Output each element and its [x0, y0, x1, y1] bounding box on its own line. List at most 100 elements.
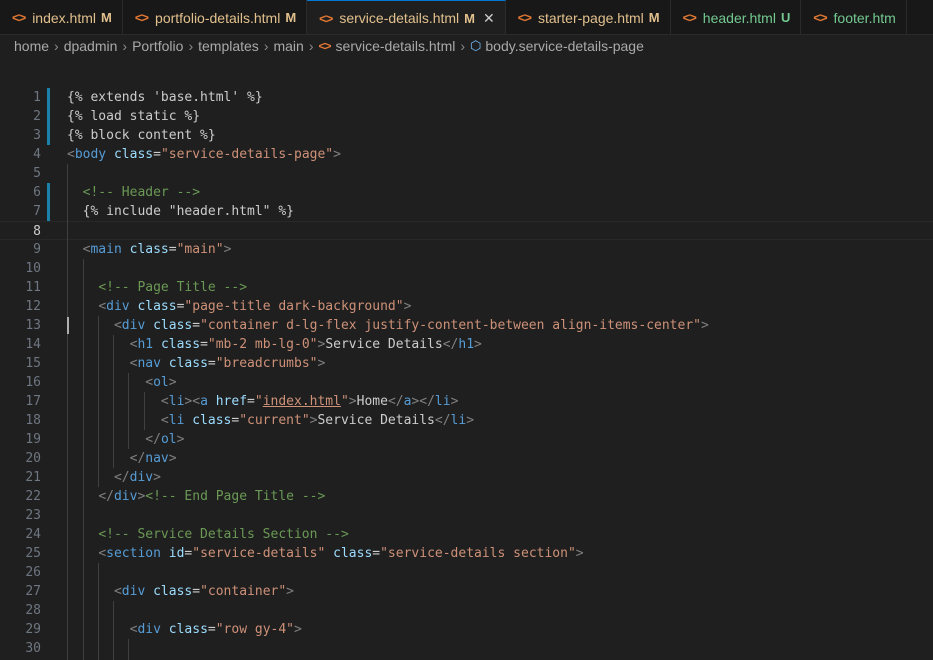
code-token: = [207, 622, 216, 637]
code-line[interactable]: 8 [0, 221, 933, 240]
line-number: 22 [25, 489, 41, 504]
code-line[interactable]: 23 [0, 506, 933, 525]
code-text: <div class="row gy-4"> [67, 620, 302, 639]
code-line[interactable]: 26 [0, 563, 933, 582]
code-line[interactable]: 3 {% block content %} [0, 126, 933, 145]
code-token: index.html [262, 394, 341, 409]
code-line[interactable]: 5 [0, 164, 933, 183]
breadcrumb-item-main[interactable]: main [273, 38, 303, 54]
close-icon[interactable]: ✕ [483, 10, 495, 27]
code-token: Home [356, 394, 388, 409]
text-cursor [67, 317, 69, 334]
code-text: {% extends 'base.html' %} [67, 88, 263, 107]
code-text: <div class="page-title dark-background"> [67, 297, 411, 316]
line-number: 3 [33, 128, 41, 143]
code-token: class [137, 299, 177, 314]
code-line[interactable]: 13 <div class="container d-lg-flex justi… [0, 316, 933, 335]
code-token: li [168, 413, 185, 428]
line-number: 25 [25, 546, 41, 561]
code-token: > [153, 470, 161, 485]
breadcrumb-item-file[interactable]: service-details.html [336, 38, 456, 54]
code-line[interactable]: 19 </ol> [0, 430, 933, 449]
code-line[interactable]: 18 <li class="current">Service Details</… [0, 411, 933, 430]
code-line[interactable]: 21 </div> [0, 468, 933, 487]
tab-footer-html[interactable]: <> footer.htm [801, 0, 907, 34]
git-status-badge: M [285, 10, 297, 25]
code-line[interactable]: 25 <section id="service-details" class="… [0, 544, 933, 563]
indent-guide [98, 563, 99, 660]
code-line[interactable]: 1 {% extends 'base.html' %} [0, 88, 933, 107]
code-text: <section id="service-details" class="ser… [67, 544, 583, 563]
breadcrumb-item-templates[interactable]: templates [198, 38, 259, 54]
code-token: " [254, 394, 263, 409]
line-number: 28 [25, 603, 41, 618]
tab-label: starter-page.html [537, 9, 644, 26]
code-token: div [113, 489, 138, 504]
tab-portfolio-details-html[interactable]: <> portfolio-details.html M [122, 0, 308, 34]
code-token: li [450, 413, 467, 428]
indent-guide [144, 392, 145, 430]
code-line[interactable]: 14 <h1 class="mb-2 mb-lg-0">Service Deta… [0, 335, 933, 354]
code-token: < [160, 394, 169, 409]
code-token: "container d-lg-flex justify-content-bet… [200, 318, 701, 333]
code-line[interactable]: 11 <!-- Page Title --> [0, 278, 933, 297]
code-token: </ [145, 432, 161, 447]
code-line[interactable]: 2 {% load static %} [0, 107, 933, 126]
tab-header-html[interactable]: <> header.html U [670, 0, 802, 34]
code-token: h1 [458, 337, 475, 352]
code-token: nav [137, 356, 161, 371]
code-token: > [168, 375, 177, 390]
code-line[interactable]: 30 [0, 639, 933, 658]
tab-index-html[interactable]: <> index.html M [0, 0, 123, 34]
code-line[interactable]: 15 <nav class="breadcrumbs"> [0, 354, 933, 373]
code-line[interactable]: 17 <li><a href="index.html">Home</a></li… [0, 392, 933, 411]
code-line[interactable]: 4 <body class="service-details-page"> [0, 145, 933, 164]
breadcrumb-item-symbol[interactable]: body.service-details-page [485, 38, 644, 54]
code-line[interactable]: 9 <main class="main"> [0, 240, 933, 259]
breadcrumb-item-portfolio[interactable]: Portfolio [132, 38, 183, 54]
code-text: {% block content %} [67, 126, 216, 145]
breadcrumb: home › dpadmin › Portfolio › templates ›… [0, 35, 933, 57]
code-token: <!-- Header --> [82, 185, 201, 200]
code-text: <!-- Service Details Section --> [67, 525, 348, 544]
code-token: "current" [239, 413, 310, 428]
tab-label: portfolio-details.html [155, 9, 281, 26]
code-token: a [200, 394, 208, 409]
code-token: h1 [137, 337, 154, 352]
code-line[interactable]: 6 <!-- Header --> [0, 183, 933, 202]
breadcrumb-item-home[interactable]: home [14, 38, 49, 54]
chevron-right-icon: › [54, 38, 59, 54]
code-line[interactable]: 22 </div><!-- End Page Title --> [0, 487, 933, 506]
breadcrumb-item-dpadmin[interactable]: dpadmin [64, 38, 118, 54]
line-number: 10 [25, 261, 41, 276]
line-number: 21 [25, 470, 41, 485]
code-line[interactable]: 28 [0, 601, 933, 620]
code-line[interactable]: 24 <!-- Service Details Section --> [0, 525, 933, 544]
code-token: main [90, 242, 122, 257]
code-line[interactable]: 20 </nav> [0, 449, 933, 468]
chevron-right-icon: › [188, 38, 194, 54]
code-line[interactable]: 12 <div class="page-title dark-backgroun… [0, 297, 933, 316]
code-line[interactable]: 10 [0, 259, 933, 278]
code-token: ol [160, 432, 177, 447]
code-token: class [168, 356, 208, 371]
code-token: </ [129, 451, 146, 466]
tab-starter-page-html[interactable]: <> starter-page.html M [505, 0, 671, 34]
code-token: class [160, 337, 201, 352]
code-text: <!-- Header --> [67, 183, 200, 202]
code-line[interactable]: 16 <ol> [0, 373, 933, 392]
code-editor[interactable]: 30 29 <div class="row gy-4"> 28 27 <div cla… [0, 88, 933, 660]
editor-tab-bar: <> index.html M <> portfolio-details.htm… [0, 0, 933, 35]
code-token: = [192, 584, 201, 599]
tab-service-details-html[interactable]: <> service-details.html M ✕ [307, 0, 506, 34]
code-line[interactable]: 27 <div class="container"> [0, 582, 933, 601]
code-line[interactable]: 7 {% include "header.html" %} [0, 202, 933, 221]
line-number: 30 [25, 641, 41, 656]
code-line[interactable]: 29 <div class="row gy-4"> [0, 620, 933, 639]
